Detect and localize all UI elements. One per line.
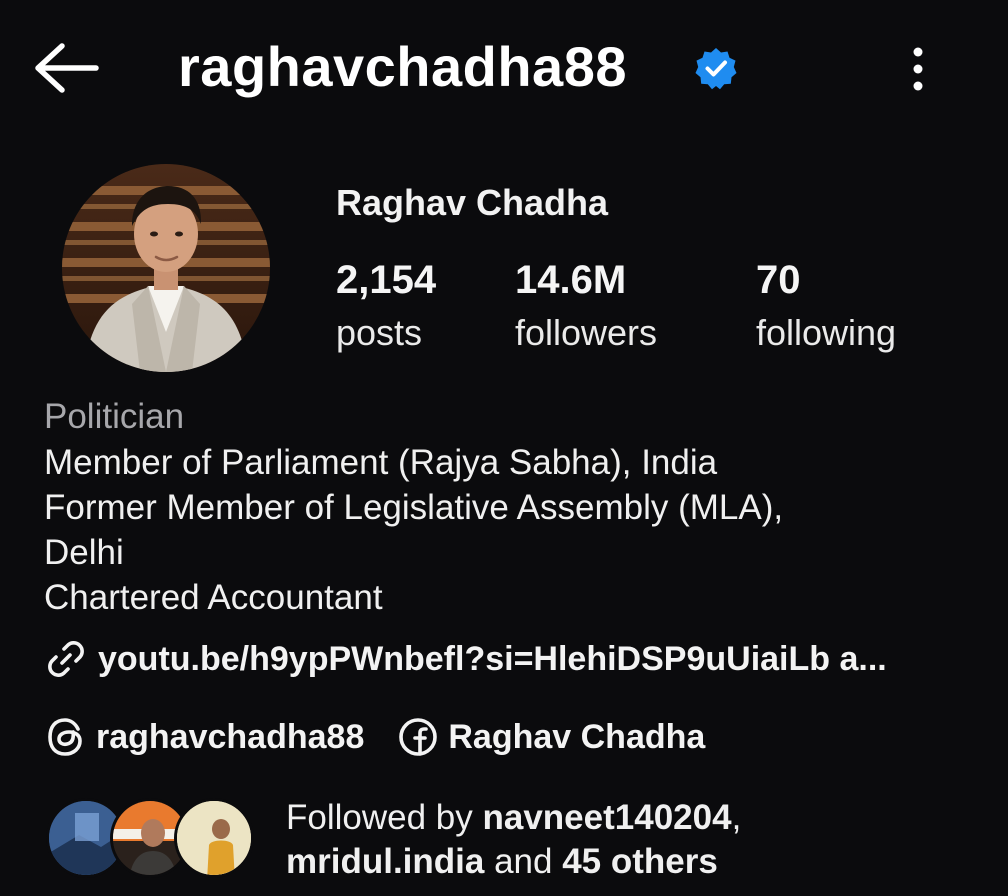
profile-display-name: Raghav Chadha	[336, 182, 609, 223]
back-button[interactable]	[30, 38, 102, 98]
mutual-avatar	[174, 798, 254, 878]
verified-badge-icon	[695, 48, 737, 90]
profile-header: raghavchadha88	[0, 0, 1008, 130]
stat-following-count: 70	[756, 258, 801, 302]
more-options-button[interactable]	[896, 38, 940, 98]
threads-link[interactable]: raghavchadha88	[44, 715, 364, 759]
facebook-name: Raghav Chadha	[448, 717, 706, 756]
mutual-user-2[interactable]: mridul.india	[286, 842, 484, 881]
bio-link-text: youtu.be/h9ypPWnbefl?si=HlehiDSP9uUiaiLb…	[98, 639, 887, 678]
followed-by-text: Followed by navneet140204, mridul.india a…	[286, 796, 741, 884]
mutual-user-1[interactable]: navneet140204	[482, 798, 731, 837]
stat-posts-count: 2,154	[336, 258, 437, 302]
profile-category: Politician	[44, 397, 185, 436]
followed-by-and: and	[484, 842, 563, 881]
stat-followers-count: 14.6M	[515, 258, 627, 302]
threads-icon	[48, 718, 82, 756]
bio-line: Member of Parliament (Rajya Sabha), Indi…	[44, 443, 718, 482]
profile-avatar[interactable]	[62, 164, 270, 372]
bio-line: Chartered Accountant	[44, 578, 383, 617]
vertical-dots-icon	[913, 47, 923, 91]
stat-followers[interactable]: 14.6M followers	[515, 256, 657, 362]
facebook-icon	[399, 718, 438, 756]
bio-line: Delhi	[44, 533, 124, 572]
stat-followers-label: followers	[515, 312, 658, 353]
link-icon	[48, 641, 84, 677]
bio-line: Former Member of Legislative Assembly (M…	[44, 488, 784, 527]
followed-by-separator: ,	[731, 798, 742, 837]
threads-handle: raghavchadha88	[96, 717, 365, 756]
stat-posts-label: posts	[336, 312, 423, 353]
followed-by[interactable]: Followed by navneet140204, mridul.india a…	[46, 796, 1006, 886]
profile-bio: Politician Member of Parliament (Rajya S…	[44, 394, 984, 620]
bio-link[interactable]: youtu.be/h9ypPWnbefl?si=HlehiDSP9uUiaiLb…	[44, 634, 887, 684]
profile-username: raghavchadha88	[178, 35, 627, 98]
social-links: raghavchadha88 Raghav Chadha	[44, 712, 705, 762]
mutual-others-count[interactable]: 45 others	[562, 842, 718, 881]
followed-by-prefix: Followed by	[286, 798, 483, 837]
stat-following-label: following	[756, 312, 897, 353]
facebook-link[interactable]: Raghav Chadha	[396, 715, 705, 759]
stat-following[interactable]: 70 following	[756, 256, 896, 362]
arrow-left-icon	[35, 43, 99, 93]
stat-posts[interactable]: 2,154 posts	[336, 256, 436, 362]
